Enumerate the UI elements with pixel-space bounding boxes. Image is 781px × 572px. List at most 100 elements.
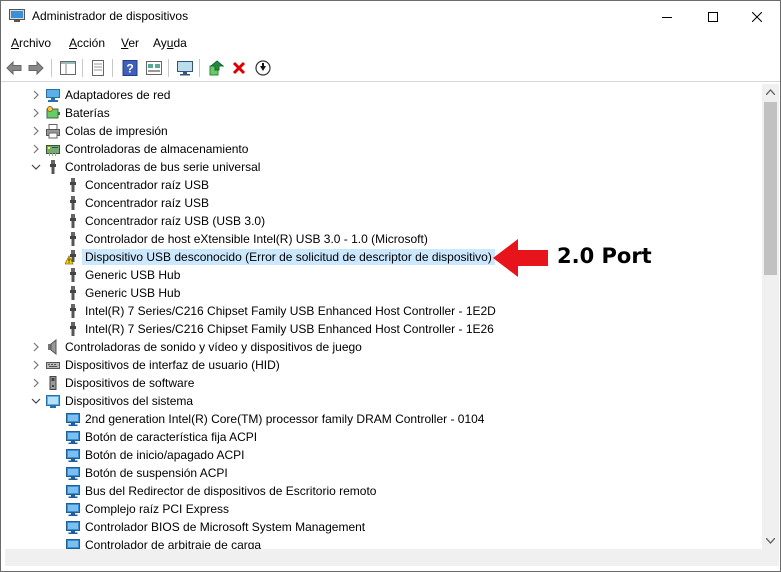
tree-item-label: Controlador de host eXtensible Intel(R) …: [85, 232, 428, 246]
tree-category-row[interactable]: Colas de impresión: [5, 122, 762, 140]
tree-device-row[interactable]: Controlador BIOS de Microsoft System Man…: [5, 518, 762, 536]
tree-device-row[interactable]: Botón de suspensión ACPI: [5, 464, 762, 482]
tree-item-label: Concentrador raíz USB (USB 3.0): [85, 214, 266, 228]
help-button[interactable]: ?: [120, 58, 140, 78]
uninstall-icon: [232, 61, 246, 75]
menu-accion-accesskey: A: [69, 36, 78, 50]
chevron-right-icon[interactable]: [30, 107, 42, 119]
usb-icon: [70, 304, 76, 318]
chevron-right-icon[interactable]: [30, 341, 42, 353]
menu-ayuda[interactable]: Ayuda: [153, 36, 187, 50]
tree-item-label: Controlador de arbitraje de carga: [85, 538, 262, 549]
chevron-right-icon[interactable]: [30, 377, 42, 389]
tree-item-label: Intel(R) 7 Series/C216 Chipset Family US…: [85, 322, 494, 336]
tree-category-row[interactable]: Controladoras de almacenamiento: [5, 140, 762, 158]
device-manager-window: Administrador de dispositivos Archivo Ac…: [0, 0, 781, 572]
chevron-down-icon[interactable]: [30, 161, 42, 173]
console-tree-icon: [60, 61, 76, 75]
minimize-button[interactable]: [644, 1, 690, 32]
tree-item-label: Adaptadores de red: [65, 88, 171, 102]
toolbar-separator: [112, 59, 113, 77]
tree-item-label: Concentrador raíz USB: [85, 178, 210, 192]
horizontal-scrollbar[interactable]: [5, 549, 762, 566]
tree-device-row[interactable]: 2nd generation Intel(R) Core(TM) process…: [5, 410, 762, 428]
back-button[interactable]: [4, 58, 24, 78]
system-device-icon: [66, 539, 80, 549]
chevron-right-icon[interactable]: [30, 359, 42, 371]
help-icon: ?: [122, 60, 138, 76]
chevron-right-icon[interactable]: [30, 143, 42, 155]
toolbar-separator: [199, 59, 200, 77]
menu-archivo-label: rchivo: [19, 36, 52, 50]
tree-category-row[interactable]: Dispositivos de interfaz de usuario (HID…: [5, 356, 762, 374]
close-button[interactable]: [734, 1, 780, 32]
tree-category-row[interactable]: Dispositivos de software: [5, 374, 762, 392]
tree-item-label: Intel(R) 7 Series/C216 Chipset Family US…: [85, 304, 496, 318]
usb-icon: [70, 214, 76, 228]
device-tree[interactable]: Adaptadores de red Baterías Colas de impre…: [5, 84, 762, 549]
tree-device-row[interactable]: Generic USB Hub: [5, 284, 762, 302]
vertical-scrollbar[interactable]: [762, 84, 779, 549]
network-adapter-icon: [46, 89, 60, 102]
scrollbar-corner: [762, 549, 779, 566]
menu-accion[interactable]: Acción: [69, 36, 105, 50]
battery-icon: [46, 106, 60, 119]
tree-item-label: Colas de impresión: [65, 124, 168, 138]
tree-device-row[interactable]: Controlador de arbitraje de carga: [5, 536, 762, 549]
tree-category-row[interactable]: Dispositivos del sistema: [5, 392, 762, 410]
tree-item-label: Complejo raíz PCI Express: [85, 502, 230, 516]
toolbar-separator: [168, 59, 169, 77]
tree-category-row[interactable]: Adaptadores de red: [5, 86, 762, 104]
tree-device-row[interactable]: Complejo raíz PCI Express: [5, 500, 762, 518]
system-device-icon: [66, 449, 80, 462]
tree-device-row[interactable]: Generic USB Hub: [5, 266, 762, 284]
tree-device-row[interactable]: Intel(R) 7 Series/C216 Chipset Family US…: [5, 302, 762, 320]
update-driver-button[interactable]: [206, 58, 226, 78]
tree-category-row[interactable]: Baterías: [5, 104, 762, 122]
tree-item-label: 2nd generation Intel(R) Core(TM) process…: [85, 412, 485, 426]
menu-ayuda-label: da: [173, 36, 187, 50]
properties-icon: [92, 60, 104, 76]
menu-ayuda-prefix: Ay: [153, 36, 167, 50]
menu-ver-label: er: [128, 36, 140, 50]
show-hide-tree-button[interactable]: [58, 58, 78, 78]
chevron-right-icon[interactable]: [30, 89, 42, 101]
tree-category-row[interactable]: Controladoras de sonido y vídeo y dispos…: [5, 338, 762, 356]
tree-device-row[interactable]: Intel(R) 7 Series/C216 Chipset Family US…: [5, 320, 762, 338]
tree-category-row[interactable]: Controladoras de bus serie universal: [5, 158, 762, 176]
tree-item-label: Dispositivos del sistema: [65, 394, 194, 408]
menu-archivo-accesskey: A: [11, 36, 20, 50]
scroll-down-arrow-icon[interactable]: [766, 538, 775, 544]
tree-item-label: Generic USB Hub: [85, 286, 181, 300]
system-device-icon: [66, 485, 80, 498]
software-device-icon: [49, 376, 57, 390]
chevron-right-icon[interactable]: [30, 125, 42, 137]
scan-hardware-button[interactable]: [175, 58, 195, 78]
view-button[interactable]: [144, 58, 164, 78]
monitor-icon: [177, 61, 193, 76]
tree-device-row[interactable]: Concentrador raíz USB: [5, 176, 762, 194]
tree-device-row[interactable]: Concentrador raíz USB: [5, 194, 762, 212]
menu-archivo[interactable]: Archivo: [11, 36, 51, 50]
tree-item-label: Controladoras de bus serie universal: [65, 160, 261, 174]
chevron-down-icon[interactable]: [30, 395, 42, 407]
tree-item-label: Controlador BIOS de Microsoft System Man…: [85, 520, 366, 534]
tree-device-row[interactable]: Bus del Redirector de dispositivos de Es…: [5, 482, 762, 500]
vertical-scroll-thumb[interactable]: [764, 102, 777, 275]
tree-device-row[interactable]: Botón de inicio/apagado ACPI: [5, 446, 762, 464]
update-driver-icon: [209, 60, 224, 76]
properties-button[interactable]: [88, 58, 108, 78]
scroll-up-arrow-icon[interactable]: [766, 89, 775, 95]
tree-device-row[interactable]: Botón de característica fija ACPI: [5, 428, 762, 446]
tree-device-row[interactable]: Concentrador raíz USB (USB 3.0): [5, 212, 762, 230]
uninstall-button[interactable]: [229, 58, 249, 78]
title-bar[interactable]: Administrador de dispositivos: [1, 1, 780, 32]
disable-button[interactable]: [253, 58, 273, 78]
tree-item-label-selected: Dispositivo USB desconocido (Error de so…: [82, 249, 495, 265]
maximize-button[interactable]: [690, 1, 736, 32]
menu-ver[interactable]: Ver: [121, 36, 139, 50]
hid-icon: [46, 362, 60, 369]
minimize-icon: [662, 16, 672, 18]
forward-button[interactable]: [26, 58, 46, 78]
menu-accion-label: cción: [77, 36, 106, 50]
